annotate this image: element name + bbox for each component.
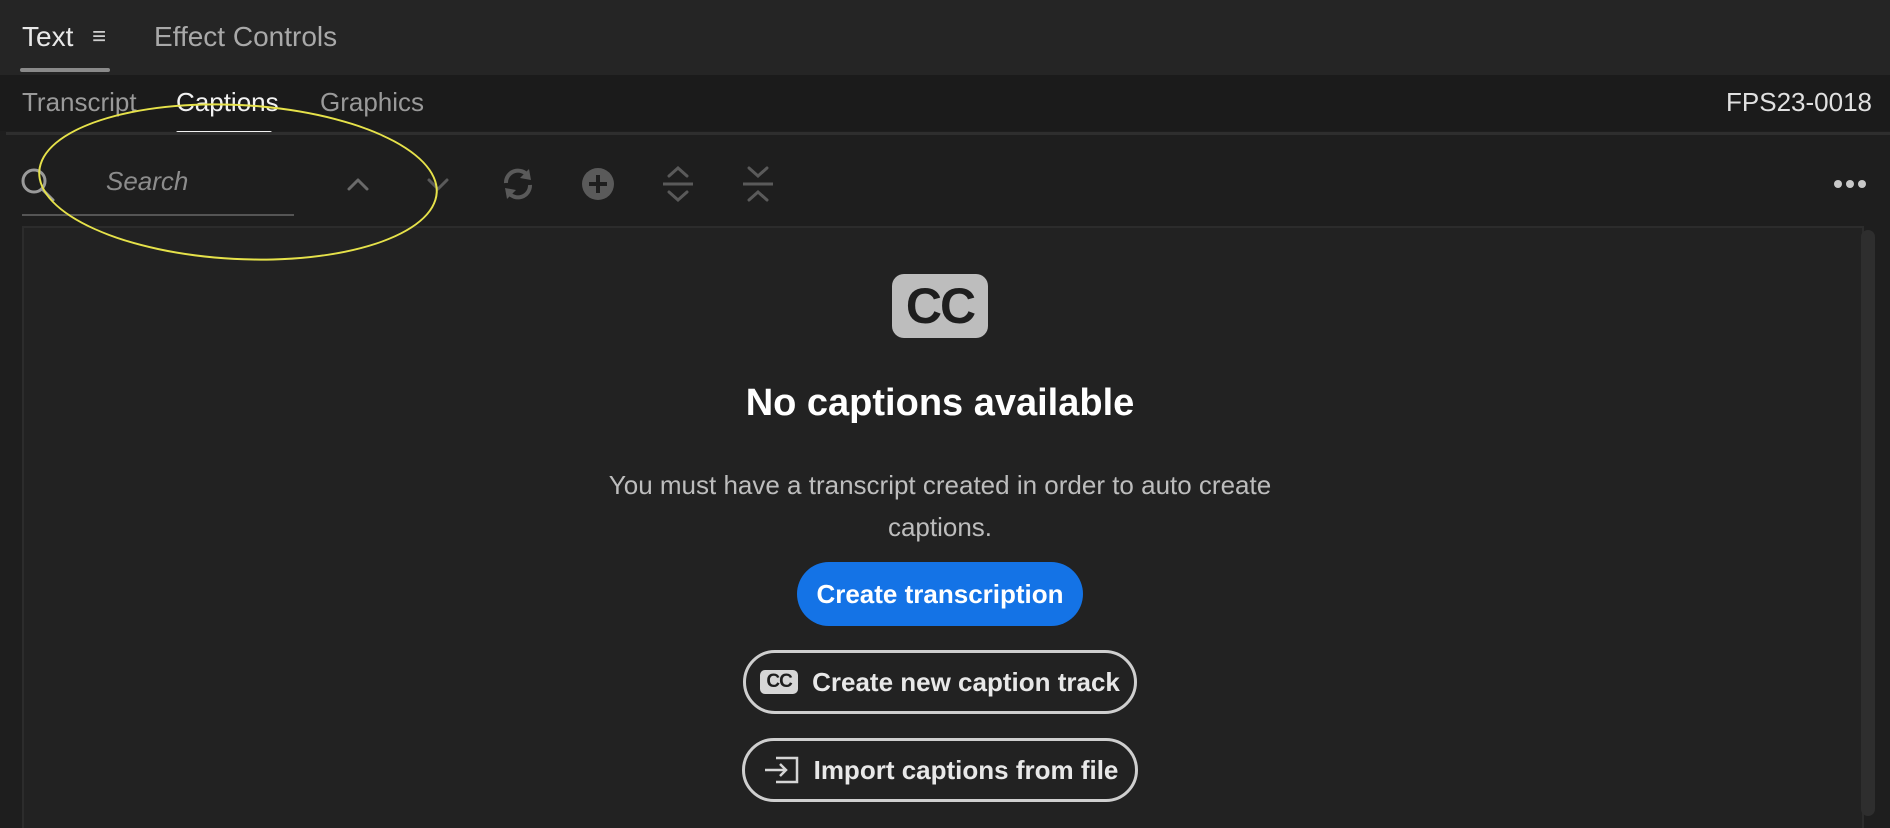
- ellipsis-icon: [1834, 180, 1866, 188]
- merge-icon: [743, 166, 773, 202]
- scrollbar[interactable]: [1861, 230, 1875, 816]
- closed-captions-icon: CC: [892, 274, 988, 338]
- search-previous-button[interactable]: [338, 164, 378, 204]
- empty-state-title: No captions available: [745, 382, 1135, 424]
- search-next-button[interactable]: [418, 164, 458, 204]
- merge-captions-button[interactable]: [738, 164, 778, 204]
- tab-text[interactable]: Text: [22, 18, 73, 56]
- chevron-up-icon: [347, 178, 369, 191]
- panel-tab-bar: Text ≡ Effect Controls: [0, 0, 1890, 75]
- create-transcription-button[interactable]: Create transcription: [797, 562, 1083, 626]
- create-caption-track-label: Create new caption track: [812, 666, 1120, 697]
- more-options-button[interactable]: [1830, 164, 1870, 204]
- search-input[interactable]: [82, 160, 316, 202]
- import-captions-button[interactable]: Import captions from file: [742, 738, 1138, 802]
- sequence-name: FPS23-0018: [1726, 87, 1872, 117]
- split-caption-button[interactable]: [658, 164, 698, 204]
- search-underline: [22, 214, 294, 216]
- subtab-graphics[interactable]: Graphics: [320, 85, 424, 119]
- empty-state-description: You must have a transcript created in or…: [608, 470, 1272, 542]
- search-icon: [21, 168, 55, 202]
- subtab-captions[interactable]: Captions: [176, 85, 279, 119]
- split-icon: [663, 165, 693, 203]
- import-captions-label: Import captions from file: [813, 754, 1119, 785]
- chevron-down-icon: [427, 178, 449, 191]
- tab-text-underline: [20, 68, 110, 72]
- import-icon: [764, 756, 798, 784]
- create-caption-track-button[interactable]: CC Create new caption track: [743, 650, 1137, 714]
- plus-circle-icon: [582, 168, 614, 200]
- panel-menu-icon[interactable]: ≡: [92, 24, 106, 50]
- refresh-icon: [503, 168, 533, 200]
- add-caption-button[interactable]: [578, 164, 618, 204]
- replace-button[interactable]: [498, 164, 538, 204]
- subtab-transcript[interactable]: Transcript: [22, 85, 137, 119]
- closed-captions-icon: CC: [760, 670, 799, 694]
- text-subtab-bar: Transcript Captions Graphics FPS23-0018: [0, 75, 1890, 135]
- tab-effect-controls[interactable]: Effect Controls: [154, 18, 337, 56]
